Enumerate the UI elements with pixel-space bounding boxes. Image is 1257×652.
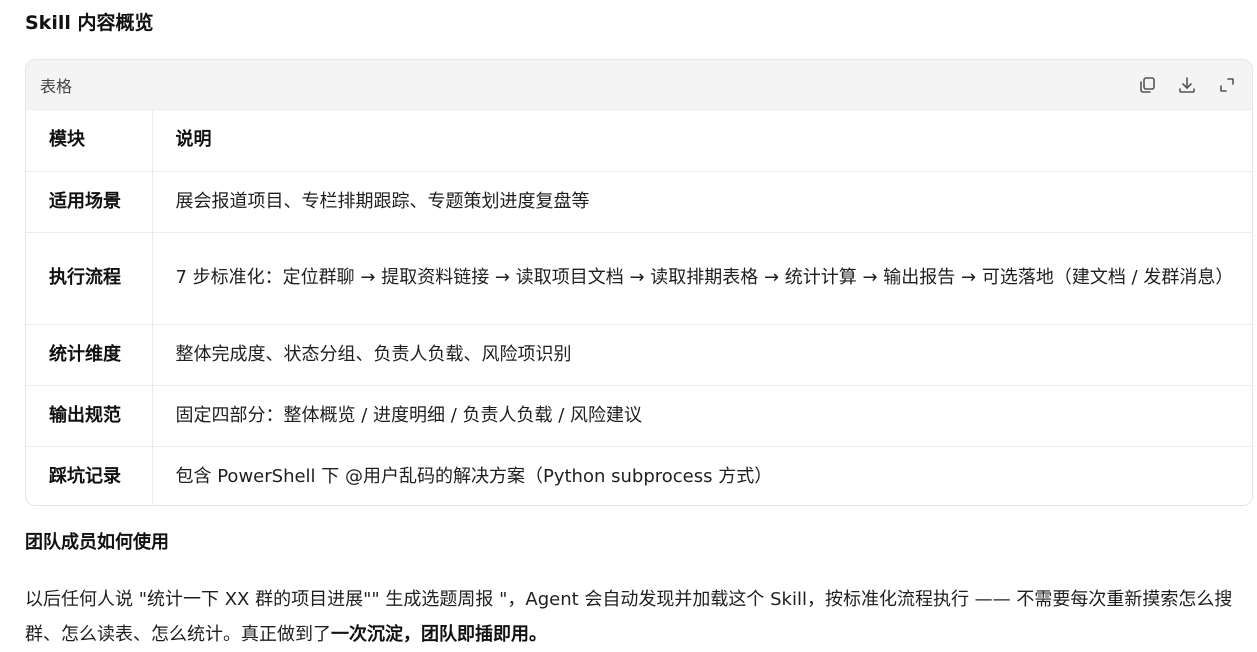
expand-icon[interactable] bbox=[1216, 74, 1238, 96]
row-module: 执行流程 bbox=[26, 232, 153, 325]
header-cell-desc: 说明 bbox=[152, 110, 1252, 172]
table-card-label: 表格 bbox=[40, 76, 73, 96]
table-row: 统计维度 整体完成度、状态分组、负责人负载、风险项识别 bbox=[26, 324, 1252, 386]
usage-paragraph: 以后任何人说 "统计一下 XX 群的项目进展"" 生成选题周报 "，Agent … bbox=[25, 582, 1250, 652]
row-desc: 包含 PowerShell 下 @用户乱码的解决方案（Python subpro… bbox=[175, 465, 773, 487]
download-icon[interactable] bbox=[1176, 74, 1198, 96]
row-module: 输出规范 bbox=[26, 385, 153, 447]
usage-emphasis: 一次沉淀，团队即插即用。 bbox=[331, 624, 547, 645]
table-header-row: 模块 说明 bbox=[26, 110, 1252, 172]
copy-icon[interactable] bbox=[1136, 74, 1158, 96]
usage-text: 以后任何人说 "统计一下 XX 群的项目进展"" 生成选题周报 "，Agent … bbox=[25, 589, 1233, 645]
skill-table: 模块 说明 适用场景 展会报道项目、专栏排期跟踪、专题策划进度复盘等 执行流程 … bbox=[26, 110, 1252, 505]
table-row: 适用场景 展会报道项目、专栏排期跟踪、专题策划进度复盘等 bbox=[26, 171, 1252, 233]
table-row: 执行流程 7 步标准化：定位群聊 → 提取资料链接 → 读取项目文档 → 读取排… bbox=[26, 232, 1252, 325]
table-card: 表格 模块 说明 适用场景 展会报道项目、专栏排期跟踪、专题策划进度复盘等 执行… bbox=[25, 59, 1253, 506]
row-desc: 7 步标准化：定位群聊 → 提取资料链接 → 读取项目文档 → 读取排期表格 →… bbox=[152, 232, 1252, 325]
table-toolbar bbox=[1136, 74, 1238, 96]
usage-heading: 团队成员如何使用 bbox=[25, 532, 169, 553]
row-module: 统计维度 bbox=[26, 324, 153, 386]
table-card-header: 表格 bbox=[26, 60, 1252, 110]
table-row: 踩坑记录 包含 PowerShell 下 @用户乱码的解决方案（Python s… bbox=[26, 446, 1252, 505]
row-module: 踩坑记录 bbox=[26, 446, 153, 505]
header-cell-module: 模块 bbox=[26, 110, 153, 172]
row-desc: 整体完成度、状态分组、负责人负载、风险项识别 bbox=[152, 324, 1252, 386]
row-desc: 展会报道项目、专栏排期跟踪、专题策划进度复盘等 bbox=[152, 171, 1252, 233]
row-module: 适用场景 bbox=[26, 171, 153, 233]
section-title: Skill 内容概览 bbox=[25, 12, 154, 34]
table-row: 输出规范 固定四部分：整体概览 / 进度明细 / 负责人负载 / 风险建议 bbox=[26, 385, 1252, 447]
row-desc: 固定四部分：整体概览 / 进度明细 / 负责人负载 / 风险建议 bbox=[152, 385, 1252, 447]
